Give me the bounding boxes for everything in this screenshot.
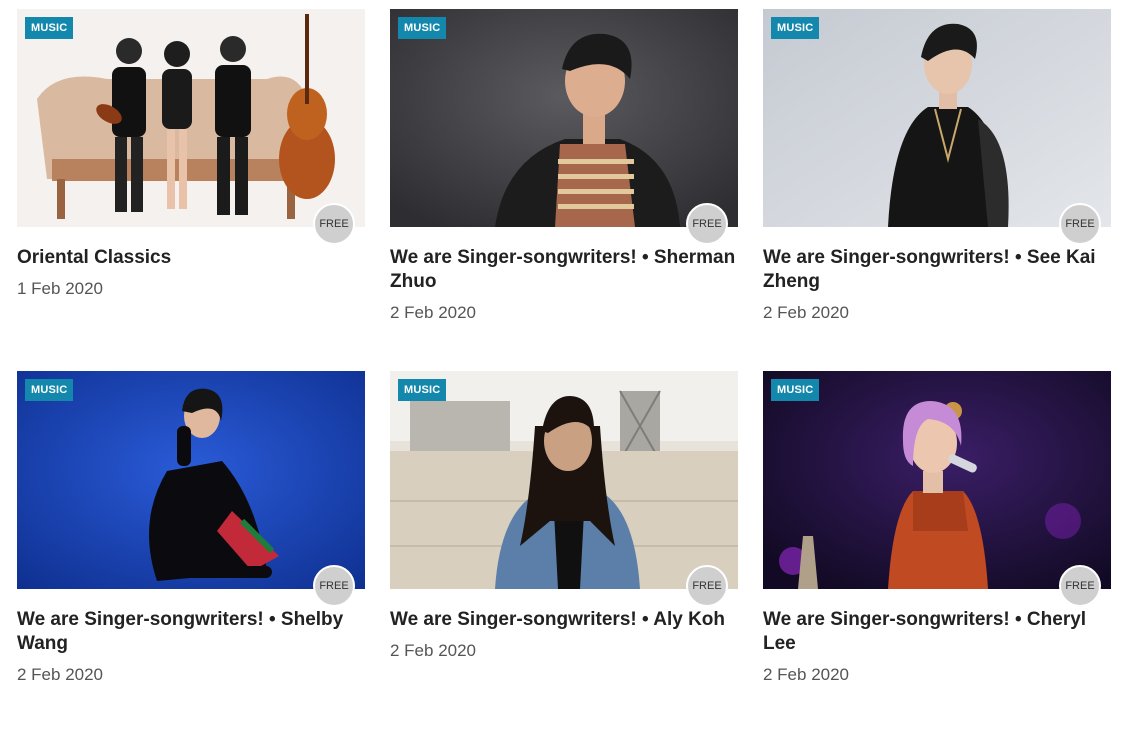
free-badge: FREE bbox=[1059, 203, 1101, 245]
category-tag: MUSIC bbox=[771, 379, 820, 401]
event-card[interactable]: MUSIC FREE We are Singer-songwriters! • … bbox=[763, 9, 1111, 371]
category-tag: MUSIC bbox=[25, 379, 74, 401]
event-title[interactable]: We are Singer-songwriters! • Cheryl Lee bbox=[763, 608, 1111, 656]
category-tag: MUSIC bbox=[398, 17, 447, 39]
event-date: 2 Feb 2020 bbox=[17, 665, 104, 684]
event-thumbnail-wrap: MUSIC FREE bbox=[763, 371, 1111, 607]
free-badge: FREE bbox=[686, 203, 728, 245]
event-date: 2 Feb 2020 bbox=[390, 641, 477, 660]
event-title[interactable]: Oriental Classics bbox=[17, 246, 365, 270]
event-title[interactable]: We are Singer-songwriters! • Shelby Wang bbox=[17, 608, 365, 656]
event-thumbnail-wrap: MUSIC FREE bbox=[17, 9, 365, 245]
event-image[interactable] bbox=[763, 9, 1111, 227]
event-title[interactable]: We are Singer-songwriters! • See Kai Zhe… bbox=[763, 246, 1111, 294]
event-image[interactable] bbox=[390, 371, 738, 589]
singer-photo bbox=[390, 9, 738, 227]
event-image[interactable] bbox=[17, 9, 365, 227]
free-badge: FREE bbox=[686, 565, 728, 607]
event-image[interactable] bbox=[763, 371, 1111, 589]
category-tag: MUSIC bbox=[398, 379, 447, 401]
event-card[interactable]: MUSIC FREE We are Singer-songwriters! • … bbox=[763, 371, 1111, 733]
singer-photo bbox=[763, 371, 1111, 589]
free-badge: FREE bbox=[313, 203, 355, 245]
event-date: 2 Feb 2020 bbox=[763, 665, 850, 684]
event-date: 1 Feb 2020 bbox=[17, 279, 104, 298]
trio-photo bbox=[17, 9, 365, 227]
event-title[interactable]: We are Singer-songwriters! • Sherman Zhu… bbox=[390, 246, 738, 294]
event-thumbnail-wrap: MUSIC FREE bbox=[17, 371, 365, 607]
event-card[interactable]: MUSIC FREE We are Singer-songwriters! • … bbox=[17, 371, 365, 733]
category-tag: MUSIC bbox=[771, 17, 820, 39]
singer-photo bbox=[17, 371, 365, 589]
event-date: 2 Feb 2020 bbox=[763, 303, 850, 322]
event-card[interactable]: MUSIC FREE We are Singer-songwriters! • … bbox=[390, 9, 738, 371]
event-thumbnail-wrap: MUSIC FREE bbox=[390, 371, 738, 607]
event-grid: MUSIC FREE Oriental Classics 1 Feb 2020 bbox=[17, 9, 1111, 733]
event-date: 2 Feb 2020 bbox=[390, 303, 477, 322]
event-card[interactable]: MUSIC FREE We are Singer-songwriters! • … bbox=[390, 371, 738, 733]
event-title[interactable]: We are Singer-songwriters! • Aly Koh bbox=[390, 608, 738, 632]
category-tag: MUSIC bbox=[25, 17, 74, 39]
singer-photo bbox=[763, 9, 1111, 227]
event-card[interactable]: MUSIC FREE Oriental Classics 1 Feb 2020 bbox=[17, 9, 365, 371]
free-badge: FREE bbox=[1059, 565, 1101, 607]
event-thumbnail-wrap: MUSIC FREE bbox=[390, 9, 738, 245]
singer-photo bbox=[390, 371, 738, 589]
event-thumbnail-wrap: MUSIC FREE bbox=[763, 9, 1111, 245]
event-image[interactable] bbox=[390, 9, 738, 227]
event-image[interactable] bbox=[17, 371, 365, 589]
free-badge: FREE bbox=[313, 565, 355, 607]
